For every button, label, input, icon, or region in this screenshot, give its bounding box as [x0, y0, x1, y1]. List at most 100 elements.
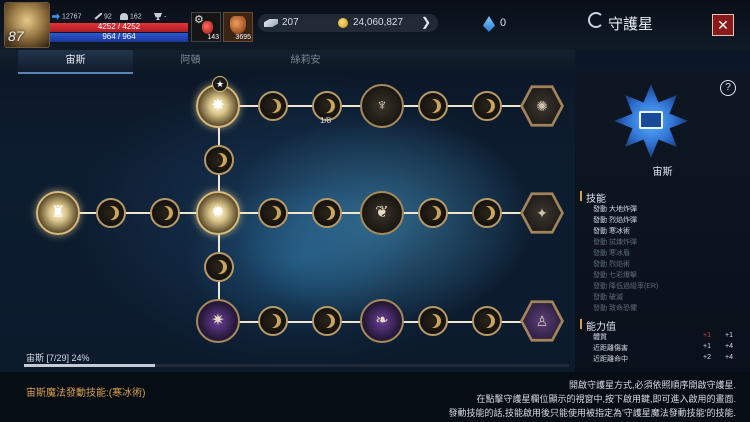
power-value: 12767	[62, 13, 82, 21]
constellation-node[interactable]: ❦	[360, 191, 404, 235]
chevron-right-icon[interactable]: ❯	[421, 15, 431, 29]
root-node[interactable]: ♜	[36, 191, 80, 235]
attack-value: 92	[104, 13, 112, 21]
moon-icon	[427, 206, 441, 220]
zeus-emblem	[614, 84, 688, 158]
crystal-value: 0	[500, 17, 507, 29]
helmet-icon	[120, 13, 128, 20]
skill-item: 發動 烈焰炸彈	[593, 217, 637, 224]
skill-item: 發動 大地炸彈	[593, 206, 637, 213]
constellation-tabs: 宙斯 阿頓 絲莉安	[0, 50, 575, 74]
moon-node[interactable]	[472, 91, 502, 121]
skill-item: 發動 降低過級率(ER)	[593, 283, 659, 290]
moon-node[interactable]	[258, 198, 288, 228]
info-line-1: 開啟守護星方式,必須依照順序開啟守護星.	[568, 380, 736, 390]
moon-icon	[105, 206, 119, 220]
star-node-lit[interactable]: ✹	[196, 191, 240, 235]
ability-next: +1	[725, 332, 733, 339]
attack-stat: 92	[94, 13, 112, 20]
figure-icon: ♙	[535, 313, 549, 329]
moon-node[interactable]	[204, 252, 234, 282]
feather-icon: ❧	[375, 312, 389, 329]
hp-bar: 4252 / 4252	[50, 22, 188, 32]
trophy-icon	[154, 13, 162, 20]
moon-node[interactable]	[418, 198, 448, 228]
rank-stat: -	[154, 13, 166, 20]
flame-icon: ✺	[536, 98, 548, 114]
currency-bar: 207 24,060,827 ❯	[258, 14, 438, 32]
moon-icon	[267, 314, 281, 328]
guardian-star-icon	[588, 12, 604, 28]
moon-node[interactable]	[312, 306, 342, 336]
moon-node[interactable]	[258, 306, 288, 336]
moon-icon	[481, 99, 495, 113]
moon-node[interactable]	[96, 198, 126, 228]
skill-item: 發動 七彩爆擊	[593, 272, 637, 279]
magic-skill-label: 宙斯魔法發動技能:(寒冰術)	[26, 388, 146, 399]
moon-node[interactable]	[258, 91, 288, 121]
ability-label: 近距離傷害	[593, 345, 628, 352]
book-icon	[639, 111, 663, 129]
mp-bar: 964 / 964	[50, 32, 188, 42]
moon-node[interactable]	[312, 198, 342, 228]
moon-node[interactable]	[418, 306, 448, 336]
tab-zeus[interactable]: 宙斯	[18, 50, 133, 74]
ability-label: 體質	[593, 334, 607, 341]
purple-node[interactable]: ❧	[360, 299, 404, 343]
ability-current: +1	[703, 343, 711, 350]
power-icon	[52, 13, 60, 20]
moon-node[interactable]	[204, 145, 234, 175]
moon-node[interactable]	[472, 306, 502, 336]
moon-icon	[481, 314, 495, 328]
vortex-icon: ✷	[211, 312, 225, 329]
spike-icon: ✦	[536, 205, 548, 221]
potion-icon	[202, 21, 213, 34]
ability-current: +2	[703, 354, 711, 361]
close-icon: ✕	[717, 17, 729, 33]
moon-node[interactable]	[472, 198, 502, 228]
skill-item: 發動 致命恐懼	[593, 305, 637, 312]
tab-sylian[interactable]: 絲莉安	[248, 50, 363, 72]
item-slot[interactable]: 3695	[223, 12, 253, 42]
skill-item: 發動 烈焰術	[593, 261, 630, 268]
top-status-bar: 87 12767 92 162 - 4252 / 4252 964 / 964 …	[0, 0, 750, 50]
wing-icon: ♆	[376, 97, 388, 114]
moon-icon	[427, 314, 441, 328]
close-button[interactable]: ✕	[712, 14, 734, 36]
progress-fill	[24, 364, 155, 367]
moon-icon	[481, 206, 495, 220]
constellation-node[interactable]: ♆	[360, 84, 404, 128]
star-marker-icon: ★	[212, 76, 228, 92]
burst-icon: ✹	[211, 204, 225, 221]
ability-current: +1	[703, 332, 711, 339]
sword-icon	[94, 13, 102, 20]
moon-icon	[267, 206, 281, 220]
flask-icon	[230, 16, 246, 34]
defense-value: 162	[130, 13, 142, 21]
gem-icon	[264, 19, 278, 27]
power-stat: 12767	[52, 13, 81, 20]
constellation-detail-panel: ? 宙斯 技能 發動 大地炸彈 發動 烈焰炸彈 發動 寒冰術 發動 試煉炸彈 發動 寒冰…	[575, 72, 750, 372]
purple-node[interactable]: ✷	[196, 299, 240, 343]
progress-bar	[24, 364, 569, 367]
moon-icon	[159, 206, 173, 220]
node-counter: 1/8	[320, 116, 332, 125]
potion-count: 143	[207, 34, 219, 41]
moon-icon	[321, 99, 335, 113]
tab-aden[interactable]: 阿頓	[133, 50, 248, 72]
gem-value: 207	[282, 17, 299, 28]
moon-node[interactable]	[150, 198, 180, 228]
crystal-shard-icon: ♜	[50, 204, 66, 221]
crystal-icon	[483, 16, 495, 32]
help-button[interactable]: ?	[720, 80, 736, 96]
help-icon: ?	[725, 82, 731, 93]
info-line-2: 在點擊守護星欄位顯示的視窗中,按下啟用鍵,即可進入啟用的畫面.	[476, 394, 736, 404]
player-level: 87	[8, 28, 24, 44]
skills-title: 技能	[580, 190, 606, 205]
skill-item: 發動 寒冰術	[593, 228, 630, 235]
moon-icon	[321, 206, 335, 220]
progress-label: 宙斯 [7/29] 24%	[26, 353, 90, 363]
moon-node[interactable]	[418, 91, 448, 121]
footer-panel: 宙斯魔法發動技能:(寒冰術) 開啟守護星方式,必須依照順序開啟守護星. 在點擊守…	[0, 372, 750, 422]
settings-slot[interactable]: ⚙ 143	[191, 12, 221, 42]
